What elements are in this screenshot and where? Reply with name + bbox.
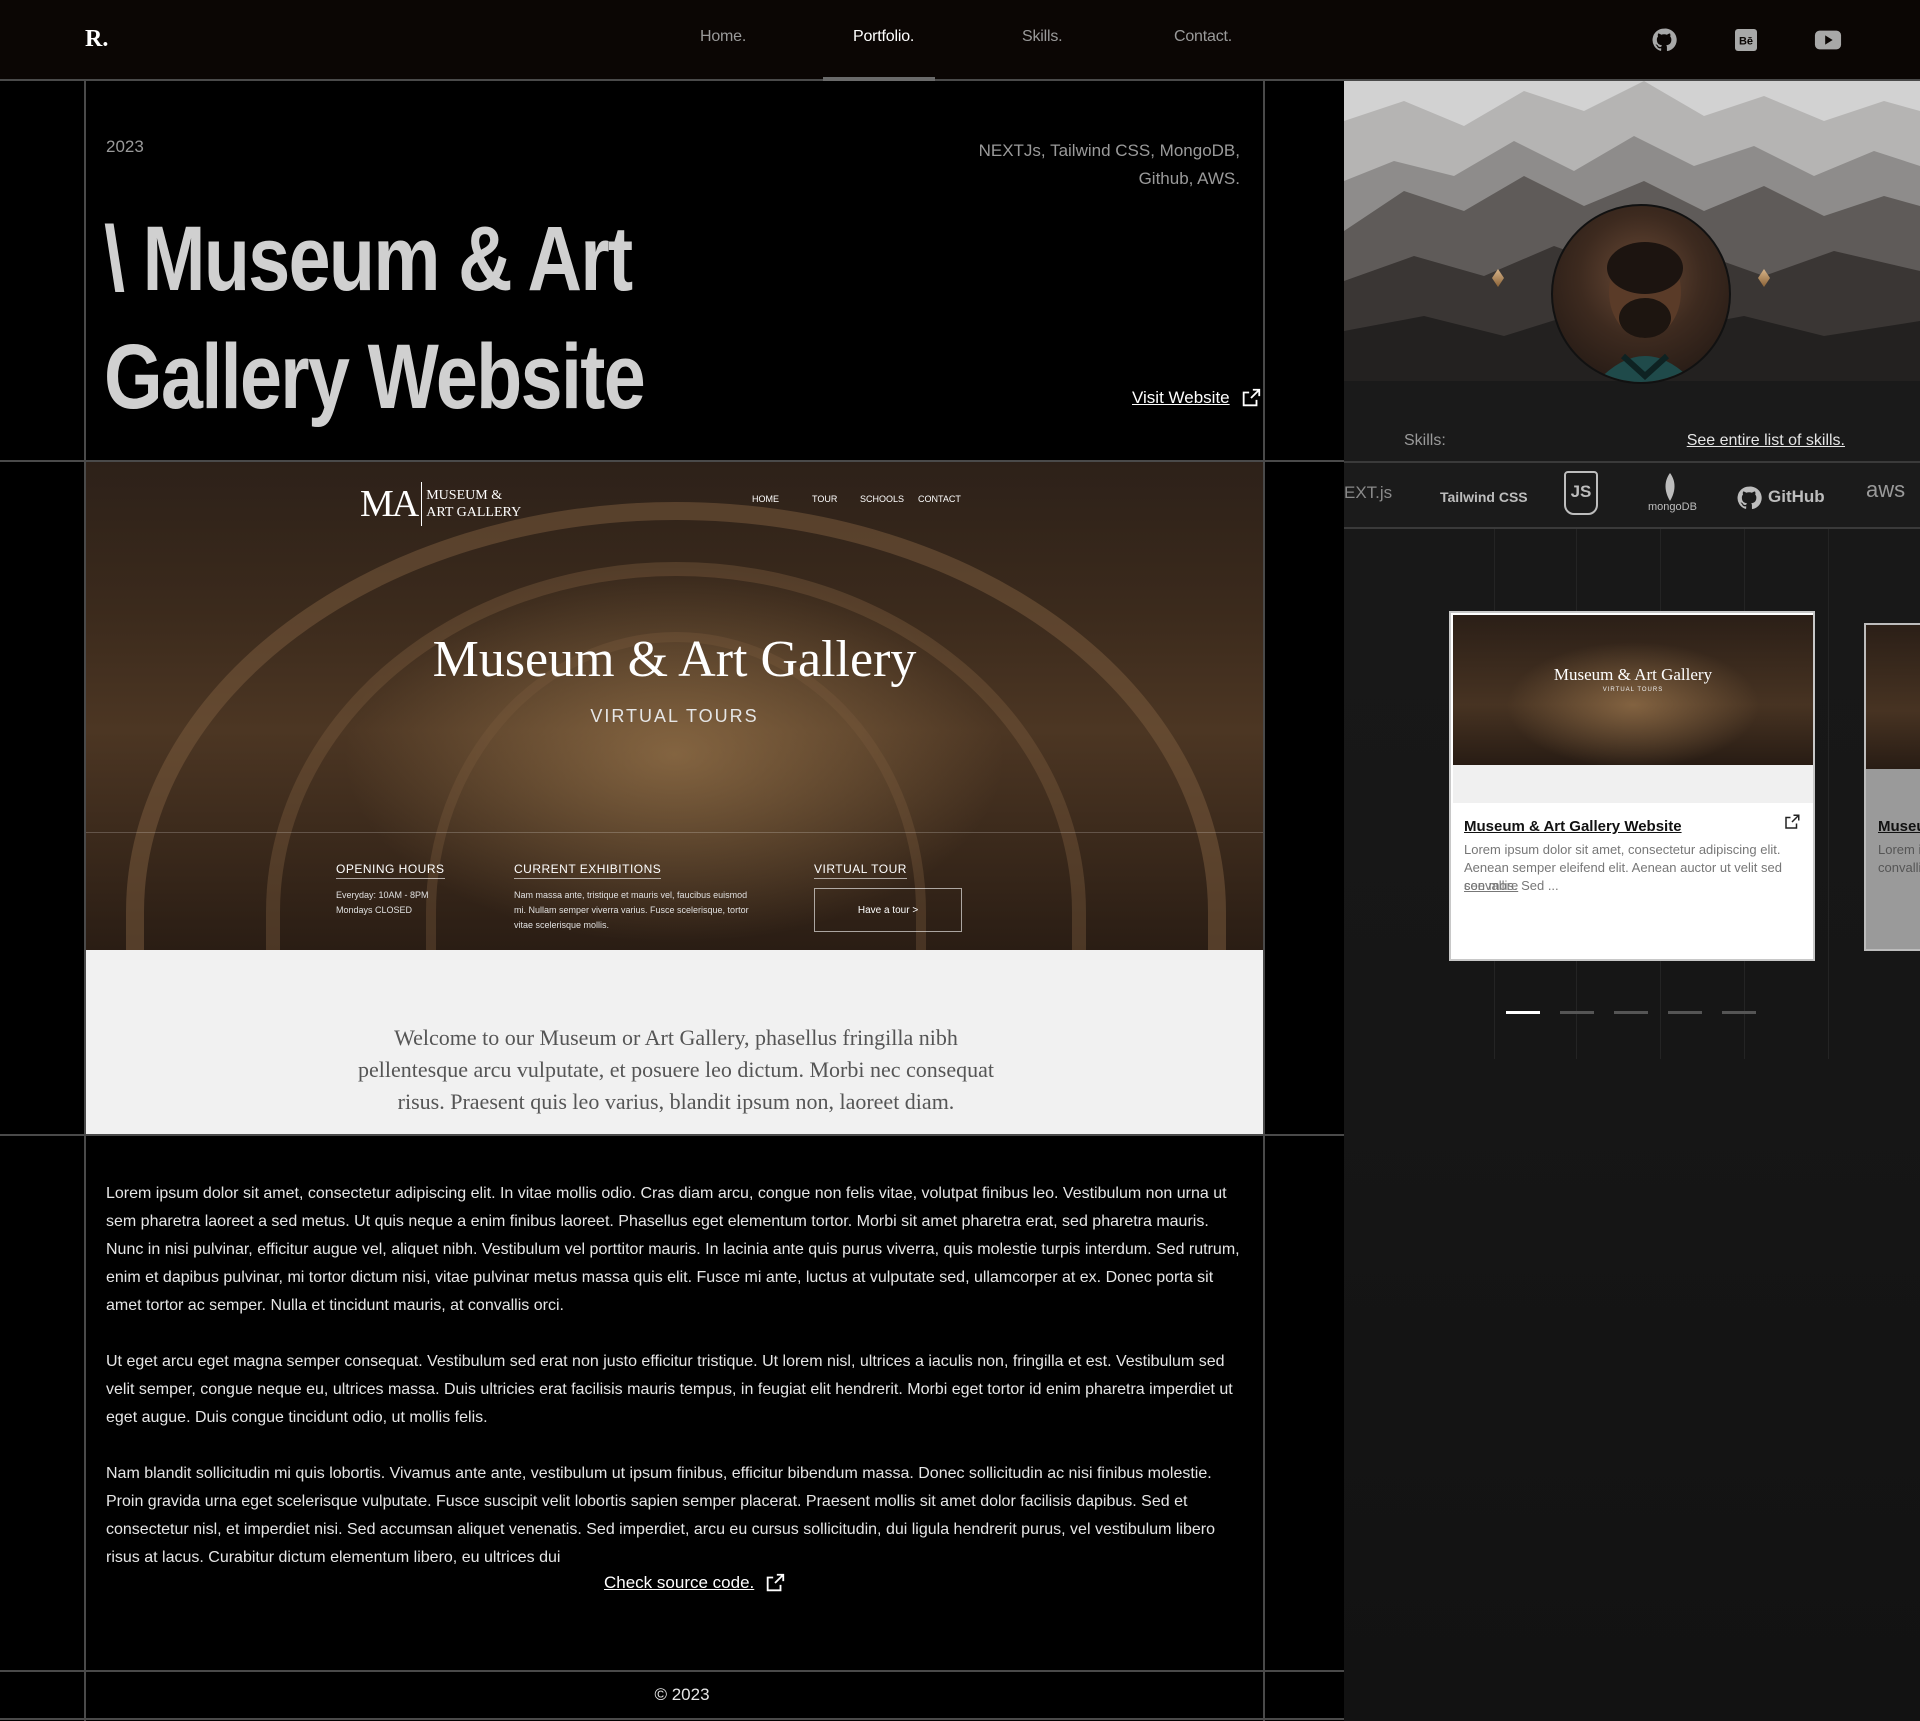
project-preview-image: MA MUSEUM & ART GALLERY HOME TOUR SCHOOL… [86,462,1263,950]
external-link-icon[interactable] [1783,813,1801,831]
grid-line [1263,81,1265,1721]
site-logo[interactable]: R. [85,26,108,53]
preview-menu-schools: SCHOOLS [860,494,905,504]
carousel-dot[interactable] [1506,1011,1540,1014]
project-title-line1: \ Museum & Art [104,208,633,310]
check-source-link[interactable]: Check source code. [604,1572,786,1594]
nav-skills[interactable]: Skills. [1022,28,1063,46]
project-card-strip [1453,765,1813,803]
project-card-title[interactable]: Museum & Art Gallery Website [1464,818,1682,835]
project-card-image: Museum & Art Gallery VIRTUAL TOURS [1453,615,1813,765]
preview-opening-hours-title: OPENING HOURS [336,862,445,879]
project-title-line2: Gallery Website [104,326,646,428]
top-nav: R. Home. Portfolio. Skills. Contact. Bē [0,0,1920,81]
grid-line [0,1718,1344,1720]
carousel-dot[interactable] [1722,1011,1756,1014]
see-all-skills-link[interactable]: See entire list of skills. [1687,432,1845,450]
description-paragraph: Ut eget arcu eget magna semper consequat… [106,1353,1233,1426]
project-card-image [1866,625,1920,769]
project-card-title[interactable]: Museum & Art Gallery Website [1878,818,1920,835]
project-card[interactable]: Museum & Art Gallery VIRTUAL TOURS Museu… [1449,611,1815,961]
preview-logo-ma: MA [360,482,423,526]
external-link-icon [767,1573,785,1592]
carousel-dot[interactable] [1668,1011,1702,1014]
github-icon [1737,486,1762,510]
skill-logo-javascript: JS [1564,471,1598,515]
preview-opening-hours-text: Everyday: 10AM - 8PM Mondays CLOSED [336,888,466,918]
nav-active-indicator [823,77,935,81]
preview-welcome-section: Welcome to our Museum or Art Gallery, ph… [86,950,1263,1134]
preview-divider [86,832,1263,833]
preview-logo: MA MUSEUM & ART GALLERY [360,482,521,526]
visit-website-label: Visit Website [1132,388,1230,407]
preview-tour-button: Have a tour > [814,888,962,932]
project-card[interactable]: Museum & Art Gallery Website Lorem ipsum… [1864,623,1920,951]
preview-subheading: VIRTUAL TOURS [590,706,759,726]
external-link-icon [1242,388,1260,407]
youtube-icon[interactable] [1814,26,1842,54]
svg-text:Bē: Bē [1739,36,1753,48]
grid-line [1828,529,1829,1059]
project-tech-stack: NEXTJs, Tailwind CSS, MongoDB, Github, A… [978,141,1240,188]
carousel-dot[interactable] [1614,1011,1648,1014]
skill-logo-aws: aws [1866,477,1906,502]
skill-logo-next: EXT.js [1344,483,1393,502]
skill-logo-mongodb: mongoDB [1648,501,1697,513]
card-preview-title: Museum & Art Gallery [1553,665,1713,684]
preview-virtual-tour-title: VIRTUAL TOUR [814,862,907,879]
preview-logo-line1: MUSEUM & [426,488,503,503]
check-source-label: Check source code. [604,1573,755,1592]
behance-icon[interactable]: Bē [1732,26,1760,54]
preview-menu-tour: TOUR [812,494,838,504]
github-icon[interactable] [1650,26,1678,54]
skills-carousel: EXT.js Tailwind CSS JS mongoDB GitHub aw… [1344,461,1920,529]
preview-exhibitions-title: CURRENT EXHIBITIONS [514,862,662,879]
nav-contact[interactable]: Contact. [1174,28,1232,46]
see-more-link[interactable]: see more [1464,878,1518,893]
preview-logo-line2: ART GALLERY [426,505,522,520]
carousel-dot[interactable] [1560,1011,1594,1014]
nav-home[interactable]: Home. [700,28,746,46]
skill-logo-github: GitHub [1768,487,1825,506]
preview-welcome-text: Welcome to our Museum or Art Gallery, ph… [358,1025,994,1114]
grid-line [0,1670,1344,1672]
preview-heading: Museum & Art Gallery [432,631,917,688]
card-preview-subtitle: VIRTUAL TOURS [1602,687,1664,693]
preview-hours-line2: Mondays CLOSED [336,905,413,915]
skill-logo-tailwind: Tailwind CSS [1440,489,1528,505]
skills-label: Skills: [1404,432,1446,449]
profile-sidebar: Skills: See entire list of skills. EXT.j… [1344,81,1920,1721]
avatar [1551,204,1731,384]
preview-hours-line1: Everyday: 10AM - 8PM [336,890,429,900]
description-paragraph: Lorem ipsum dolor sit amet, consectetur … [106,1185,1240,1314]
copyright: © 2023 [654,1685,710,1704]
visit-website-link[interactable]: Visit Website [1132,387,1262,409]
preview-menu-contact: CONTACT [918,494,961,504]
preview-logo-text: MUSEUM & ART GALLERY [426,487,521,521]
preview-exhibitions-text: Nam massa ante, tristique et mauris vel,… [514,890,749,930]
project-year: 2023 [106,137,144,156]
grid-line [0,1134,1344,1136]
nav-portfolio[interactable]: Portfolio. [853,28,914,46]
preview-menu-home: HOME [752,494,779,504]
project-card-description: Lorem ipsum dolor sit amet, Aenean sempe… [1878,842,1920,875]
mongodb-leaf-icon [1665,473,1675,501]
project-title: \ Museum & Art Gallery Website [104,200,760,436]
project-description: Lorem ipsum dolor sit amet, consectetur … [106,1180,1241,1600]
description-paragraph: Nam blandit sollicitudin mi quis loborti… [106,1465,1216,1566]
